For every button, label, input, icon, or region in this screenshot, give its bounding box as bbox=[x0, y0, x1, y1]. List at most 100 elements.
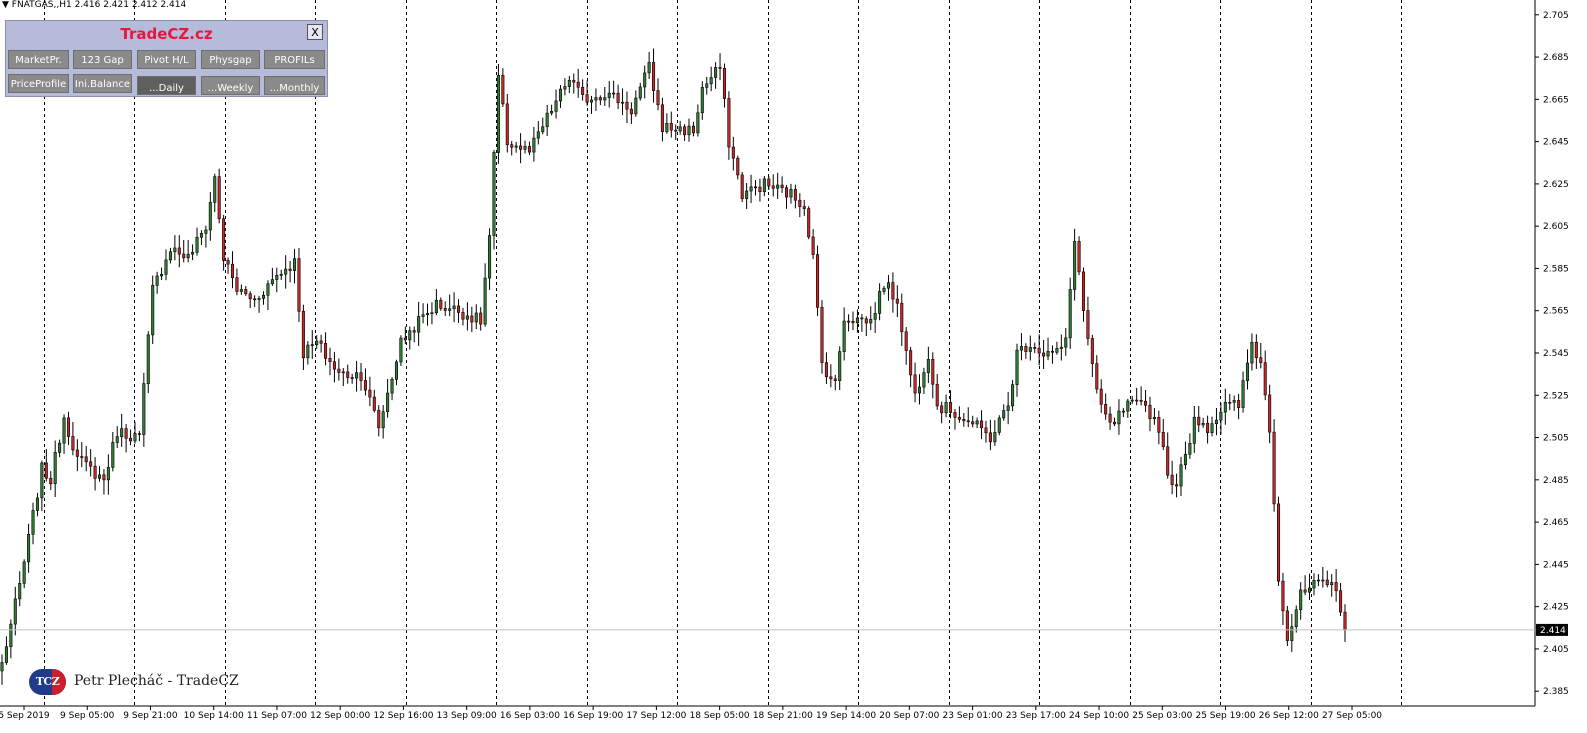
candle-body bbox=[1090, 338, 1094, 364]
candle-body bbox=[479, 312, 483, 325]
candle-body bbox=[439, 299, 443, 309]
candle-body bbox=[1245, 362, 1250, 381]
candle-body bbox=[213, 176, 217, 203]
candle-body bbox=[328, 358, 332, 363]
current-price-label: 2.414 bbox=[1540, 626, 1566, 636]
candle-body bbox=[1037, 347, 1041, 354]
candle-body bbox=[722, 67, 726, 99]
candle-body bbox=[270, 279, 274, 285]
candle-body bbox=[652, 62, 656, 91]
candle-body bbox=[838, 351, 842, 382]
x-tick-label: 23 Sep 01:00 bbox=[943, 711, 1003, 721]
candle-body bbox=[239, 289, 243, 292]
candle-body bbox=[607, 92, 611, 98]
candle-body bbox=[935, 383, 939, 407]
candle-body bbox=[501, 75, 505, 105]
pivot-hl-button[interactable]: Pivot H/L bbox=[137, 50, 196, 69]
close-button[interactable]: X bbox=[307, 24, 323, 40]
x-tick-label: 25 Sep 19:00 bbox=[1195, 711, 1255, 721]
candle-body bbox=[957, 416, 961, 420]
candle-body bbox=[222, 218, 226, 261]
candle-body bbox=[931, 359, 935, 385]
candle-body bbox=[878, 291, 882, 314]
candle-body bbox=[616, 92, 620, 104]
candle-body bbox=[412, 330, 416, 333]
candle-body bbox=[869, 318, 873, 324]
candle-body bbox=[244, 289, 248, 295]
candle-body bbox=[204, 229, 208, 234]
candle-body bbox=[13, 598, 17, 625]
candle-body bbox=[829, 376, 833, 380]
priceprofile-button[interactable]: PriceProfile bbox=[8, 74, 69, 93]
candle-body bbox=[904, 331, 908, 351]
candle-body bbox=[776, 184, 780, 189]
ticker-dropdown-icon[interactable]: ▼ bbox=[2, 0, 9, 10]
daily-button[interactable]: ...Daily bbox=[137, 76, 196, 95]
y-tick-label: 2.485 bbox=[1543, 476, 1569, 486]
candle-body bbox=[1170, 474, 1174, 485]
candle-body bbox=[554, 100, 558, 112]
candle-body bbox=[186, 253, 190, 259]
candle-body bbox=[1042, 352, 1046, 357]
candle-body bbox=[133, 433, 137, 442]
candle-body bbox=[745, 190, 749, 200]
candle-body bbox=[762, 178, 766, 193]
candle-body bbox=[811, 236, 815, 255]
candle-body bbox=[75, 449, 79, 457]
candle-body bbox=[137, 433, 141, 435]
candle-body bbox=[1339, 590, 1343, 613]
candle-body bbox=[93, 465, 97, 479]
initial-balance-button[interactable]: Ini.Balance bbox=[73, 74, 132, 93]
candle-body bbox=[855, 317, 859, 324]
ticker-text: FNATGAS,,H1 2.416 2.421 2.412 2.414 bbox=[11, 0, 187, 10]
candle-body bbox=[1068, 289, 1072, 339]
candle-body bbox=[767, 178, 771, 187]
y-tick-label: 2.685 bbox=[1543, 53, 1569, 63]
x-tick-label: 12 Sep 00:00 bbox=[310, 711, 370, 721]
candle-body bbox=[120, 428, 124, 437]
weekly-button[interactable]: ...Weekly bbox=[201, 76, 260, 95]
candle-body bbox=[1099, 388, 1103, 405]
candle-body bbox=[1028, 347, 1032, 352]
candle-body bbox=[1330, 582, 1334, 586]
candle-body bbox=[465, 315, 469, 320]
x-tick-label: 11 Sep 07:00 bbox=[247, 711, 307, 721]
candle-body bbox=[483, 277, 487, 325]
candle-body bbox=[1263, 362, 1267, 396]
profils-button[interactable]: PROFILs bbox=[264, 50, 325, 69]
candle-body bbox=[634, 97, 638, 115]
candle-body bbox=[851, 321, 855, 324]
candle-body bbox=[758, 186, 762, 193]
candle-body bbox=[4, 646, 8, 663]
candle-body bbox=[80, 456, 84, 458]
candle-body bbox=[714, 67, 718, 78]
candle-body bbox=[1033, 347, 1037, 349]
x-tick-label: 9 Sep 21:00 bbox=[123, 711, 178, 721]
price-chart[interactable]: 2.705 2.685 2.665 2.645 2.625 2.605 2.585 2.565… bbox=[0, 0, 1587, 733]
monthly-button[interactable]: ...Monthly bbox=[264, 76, 325, 95]
y-tick-label: 2.405 bbox=[1543, 645, 1569, 655]
candle-body bbox=[656, 90, 660, 106]
candle-body bbox=[377, 410, 381, 429]
candle-body bbox=[864, 318, 868, 324]
x-tick-label: 12 Sep 16:00 bbox=[373, 711, 433, 721]
candle-body bbox=[984, 427, 988, 434]
candle-body bbox=[993, 432, 997, 443]
physgap-button[interactable]: Physgap bbox=[201, 50, 260, 69]
candle-body bbox=[390, 379, 394, 394]
gap-123-button[interactable]: 123 Gap bbox=[73, 50, 132, 69]
candle-body bbox=[1201, 422, 1205, 426]
candle-body bbox=[129, 437, 133, 442]
candle-body bbox=[115, 436, 119, 443]
candle-body bbox=[1281, 580, 1285, 612]
candle-body bbox=[718, 67, 722, 69]
x-tick-label: 24 Sep 10:00 bbox=[1069, 711, 1129, 721]
candle-body bbox=[793, 189, 797, 201]
candle-body bbox=[1308, 587, 1312, 593]
candle-body bbox=[1210, 423, 1214, 433]
x-tick-label: 9 Sep 05:00 bbox=[60, 711, 115, 721]
candle-body bbox=[71, 436, 75, 451]
marketprofile-button[interactable]: MarketPr. bbox=[8, 50, 69, 69]
candle-body bbox=[368, 389, 372, 398]
candle-body bbox=[585, 94, 589, 103]
